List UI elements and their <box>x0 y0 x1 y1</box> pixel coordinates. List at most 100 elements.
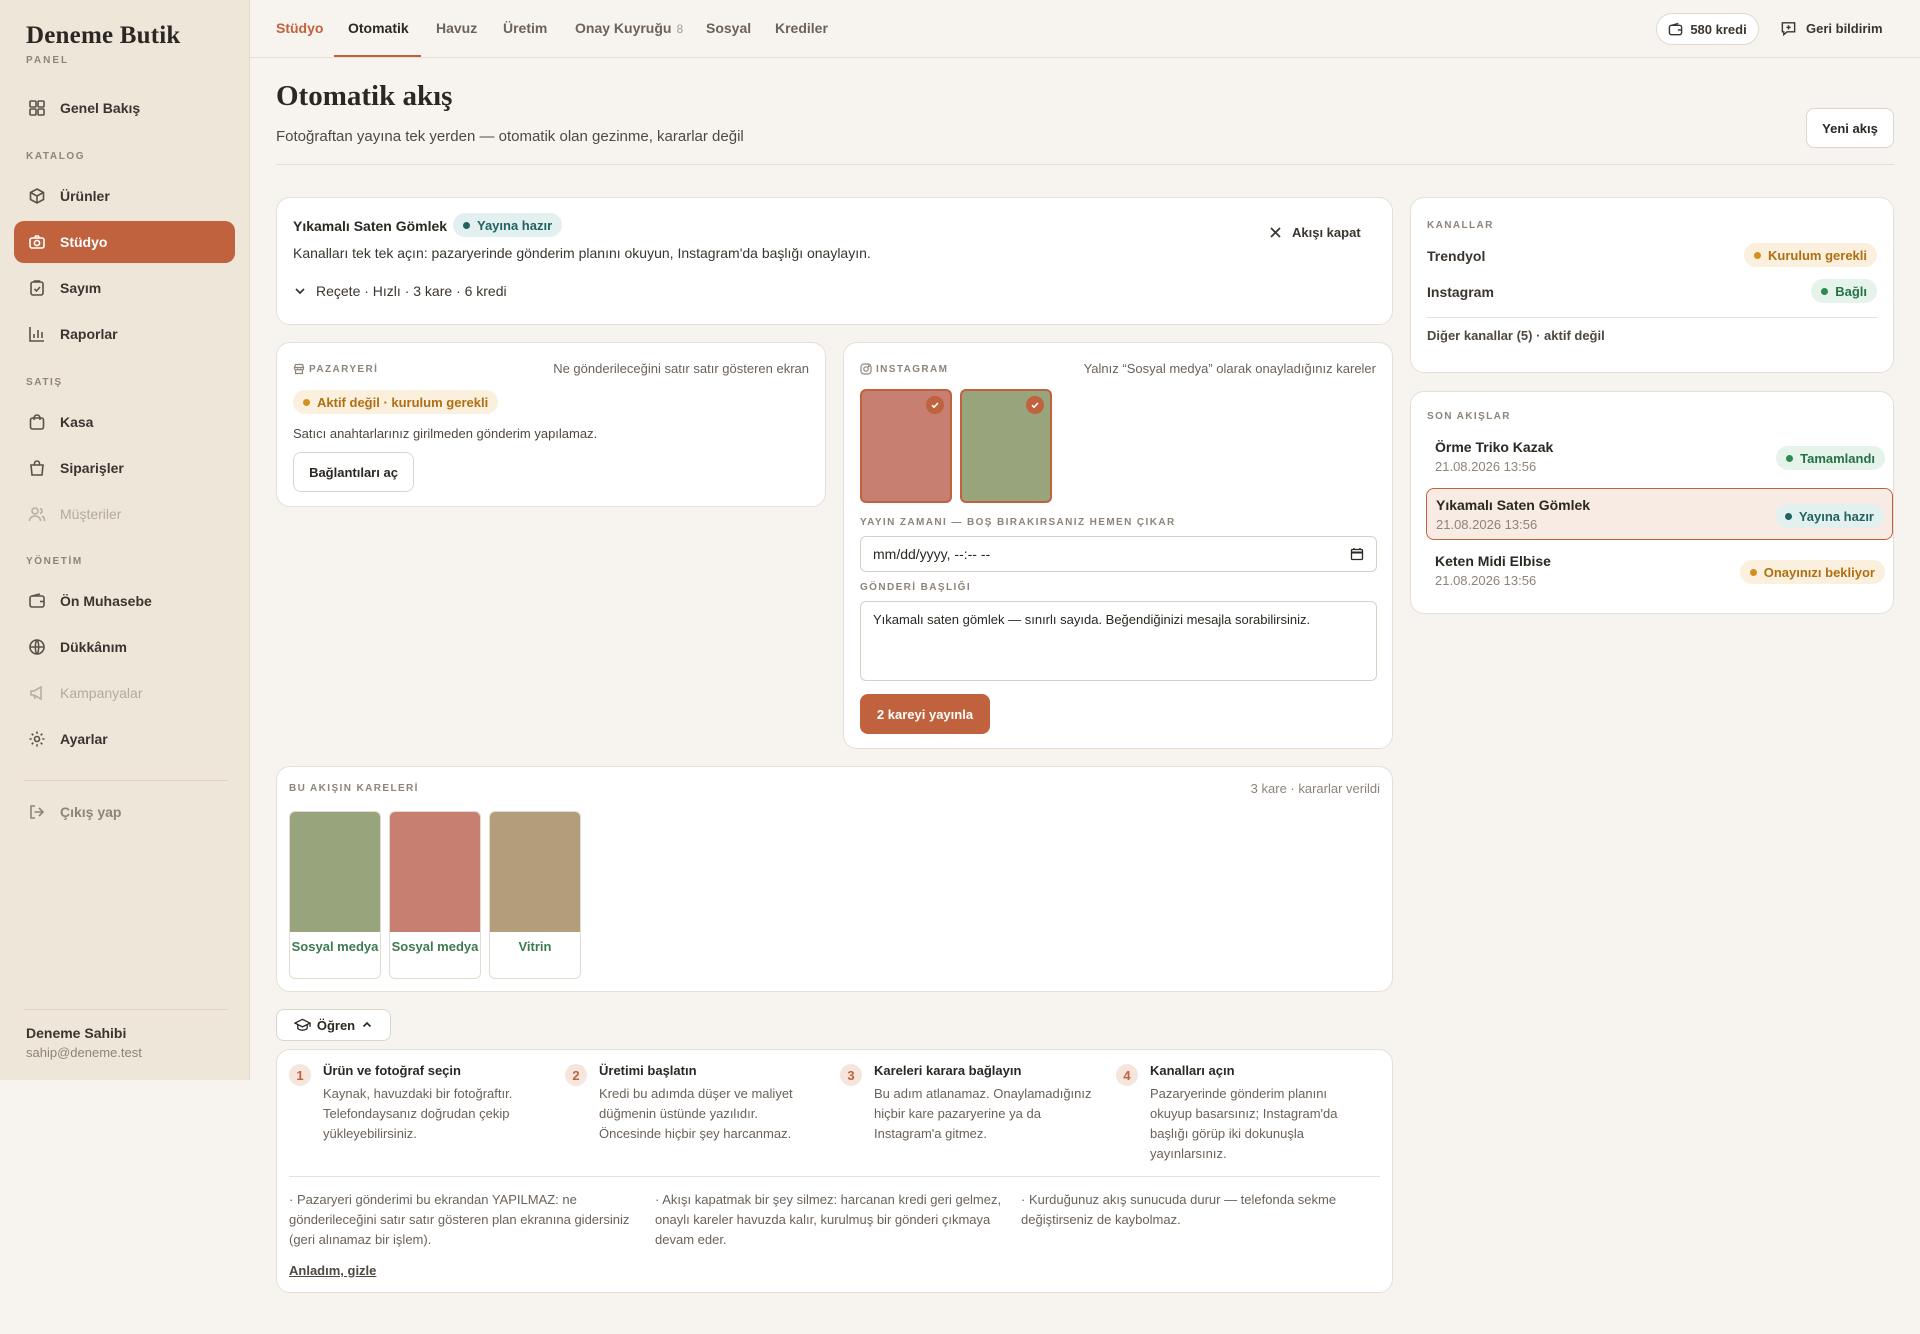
sidebar-item-studio[interactable]: Stüdyo <box>14 221 235 263</box>
clipboard-check-icon <box>28 279 46 297</box>
sidebar-item-cashier[interactable]: Kasa <box>14 401 235 443</box>
instagram-icon <box>860 363 872 375</box>
tab-social[interactable]: Sosyal <box>706 20 751 36</box>
close-flow-button[interactable]: Akışı kapat <box>1269 225 1361 240</box>
sidebar-item-label: Siparişler <box>60 460 124 476</box>
marketplace-heading: PAZARYERİ <box>293 363 378 375</box>
tab-approval-queue[interactable]: Onay Kuyruğu 8 <box>575 20 683 36</box>
instagram-frame-selected[interactable] <box>960 389 1052 503</box>
sidebar-item-campaigns: Kampanyalar <box>14 672 235 714</box>
sidebar-item-accounting[interactable]: Ön Muhasebe <box>14 580 235 622</box>
sidebar-divider <box>24 1009 228 1010</box>
sidebar-item-label: Müşteriler <box>60 506 122 522</box>
recent-heading: SON AKIŞLAR <box>1427 411 1511 422</box>
frame-decision-label: Sosyal medya <box>291 939 379 954</box>
step-description: Bu adım atlanamaz. Onaylamadığınız hiçbi… <box>874 1086 1092 1141</box>
recent-flow-item[interactable]: Keten Midi Elbise 21.08.2026 13:56 Onayı… <box>1426 545 1893 597</box>
step-description: Kaynak, havuzdaki bir fotoğraftır. Telef… <box>323 1086 513 1141</box>
page-subtitle: Fotoğraftan yayına tek yerden — otomatik… <box>276 128 744 145</box>
status-dot <box>1749 568 1757 576</box>
heading-divider <box>276 164 1894 165</box>
learn-toggle-button[interactable]: Öğren <box>276 1009 391 1041</box>
recent-flow-item-current[interactable]: Yıkamalı Saten Gömlek 21.08.2026 13:56 Y… <box>1426 488 1893 540</box>
sidebar-item-my-shop[interactable]: Dükkânım <box>14 626 235 668</box>
section-catalog: KATALOG <box>26 151 86 162</box>
sidebar-item-settings[interactable]: Ayarlar <box>14 718 235 760</box>
tab-auto[interactable]: Otomatik <box>348 20 409 36</box>
step-number: 4 <box>1116 1064 1138 1086</box>
camera-icon <box>28 233 46 251</box>
graduation-cap-icon <box>293 1018 311 1031</box>
instagram-frame-selected[interactable] <box>860 389 952 503</box>
schedule-datetime-input[interactable]: mm/dd/yyyy, --:-- -- <box>860 536 1377 572</box>
status-badge: Yayına hazır <box>453 213 563 237</box>
status-dot <box>1821 287 1829 295</box>
dismiss-learn-link[interactable]: Anladım, gizle <box>289 1263 376 1278</box>
check-icon <box>1026 396 1044 414</box>
sidebar-item-label: Ayarlar <box>60 731 108 747</box>
sidebar-item-label: Kasa <box>60 414 94 430</box>
frame-tile[interactable]: Sosyal medya <box>389 811 481 979</box>
brand-name: Deneme Butik <box>26 22 181 49</box>
feedback-button[interactable]: Geri bildirim <box>1780 20 1883 37</box>
globe-icon <box>28 638 46 656</box>
channel-status-badge: Kurulum gerekli <box>1744 243 1877 267</box>
recent-flow-date: 21.08.2026 13:56 <box>1435 459 1537 474</box>
sidebar-item-label: Dükkânım <box>60 639 127 655</box>
recent-flow-item[interactable]: Örme Triko Kazak 21.08.2026 13:56 Tamaml… <box>1426 431 1893 483</box>
status-badge: Tamamlandı <box>1776 446 1885 470</box>
logout-button[interactable]: Çıkış yap <box>14 791 235 833</box>
sidebar-item-products[interactable]: Ürünler <box>14 175 235 217</box>
step-description: Kredi bu adımda düşer ve maliyet düğmeni… <box>599 1086 793 1141</box>
sidebar-item-label: Genel Bakış <box>60 100 141 116</box>
schedule-label: YAYIN ZAMANI — BOŞ BIRAKIRSANIZ HEMEN ÇI… <box>860 517 1176 528</box>
recipe-toggle[interactable]: Reçete · Hızlı · 3 kare · 6 kredi <box>293 283 507 299</box>
new-flow-button[interactable]: Yeni akış <box>1806 108 1894 148</box>
sidebar-item-label: Raporlar <box>60 326 118 342</box>
store-icon <box>293 363 305 375</box>
tab-studio[interactable]: Stüdyo <box>276 20 323 36</box>
sidebar-item-label: Sayım <box>60 280 102 296</box>
channel-status-badge: Bağlı <box>1811 279 1877 303</box>
credit-label: 580 kredi <box>1690 21 1747 37</box>
tab-production[interactable]: Üretim <box>503 20 547 36</box>
status-label: Onayınızı bekliyor <box>1763 564 1875 580</box>
sidebar-item-overview[interactable]: Genel Bakış <box>14 87 235 129</box>
frame-tile[interactable]: Sosyal medya <box>289 811 381 979</box>
frame-thumbnail <box>490 812 580 932</box>
learn-divider <box>289 1176 1380 1177</box>
sidebar-item-orders[interactable]: Siparişler <box>14 447 235 489</box>
recipe-label: Reçete · Hızlı · 3 kare · 6 kredi <box>316 283 507 299</box>
logout-icon <box>28 803 46 821</box>
status-badge: Aktif değil · kurulum gerekli <box>293 390 499 414</box>
tab-pool[interactable]: Havuz <box>436 20 477 36</box>
other-channels-link[interactable]: Diğer kanallar (5) · aktif değil <box>1427 328 1605 343</box>
sidebar-item-inventory[interactable]: Sayım <box>14 267 235 309</box>
marketplace-label: PAZARYERİ <box>309 363 379 375</box>
tab-credits[interactable]: Krediler <box>775 20 828 36</box>
open-connections-button[interactable]: Bağlantıları aç <box>293 452 414 492</box>
learn-note: · Pazaryeri gönderimi bu ekrandan YAPILM… <box>289 1192 630 1247</box>
sidebar-item-label: Ön Muhasebe <box>60 593 152 609</box>
credit-balance[interactable]: 580 kredi <box>1656 13 1759 45</box>
step-title: Ürün ve fotoğraf seçin <box>323 1063 461 1078</box>
recent-flow-name: Keten Midi Elbise <box>1435 553 1551 569</box>
section-management: YÖNETİM <box>26 556 83 567</box>
frame-tile[interactable]: Vitrin <box>489 811 581 979</box>
chevron-down-icon <box>295 288 305 295</box>
recent-flow-date: 21.08.2026 13:56 <box>1436 517 1538 532</box>
caption-textarea[interactable] <box>860 601 1377 681</box>
status-dot <box>1786 454 1794 462</box>
flow-description: Kanalları tek tek açın: pazaryerinde gön… <box>293 245 871 261</box>
shopping-bag-icon <box>28 413 46 431</box>
frame-thumbnail <box>390 812 480 932</box>
sidebar-item-customers: Müşteriler <box>14 493 235 535</box>
sidebar-item-reports[interactable]: Raporlar <box>14 313 235 355</box>
frames-meta: 3 kare · kararlar verildi <box>1250 781 1380 796</box>
chevron-up-icon <box>363 1021 372 1028</box>
status-label: Aktif değil · kurulum gerekli <box>317 394 489 410</box>
status-label: Kurulum gerekli <box>1768 247 1867 263</box>
publish-frames-button[interactable]: 2 kareyi yayınla <box>860 694 990 734</box>
status-dot <box>463 221 470 229</box>
bar-chart-icon <box>28 325 46 343</box>
